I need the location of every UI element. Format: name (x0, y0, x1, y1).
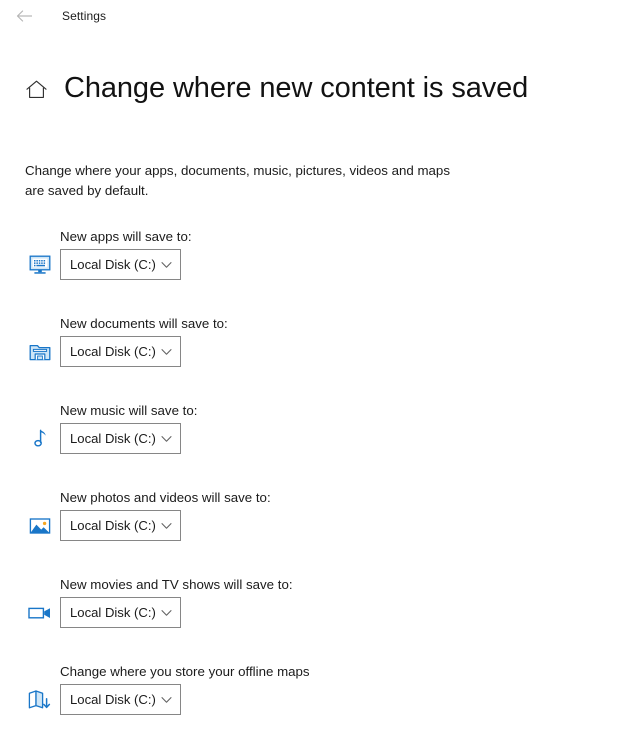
setting-label-apps: New apps will save to: (60, 228, 192, 244)
video-camera-icon (22, 597, 58, 629)
combobox-music-location[interactable]: Local Disk (C:) (60, 423, 181, 455)
setting-control-movies-tv: Local Disk (C:) (0, 597, 181, 629)
back-arrow-icon (16, 9, 34, 23)
combobox-offline-maps-location[interactable]: Local Disk (C:) (60, 684, 181, 716)
folder-documents-icon (22, 336, 58, 368)
setting-row-movies-tv: New movies and TV shows will save to: Lo… (0, 573, 621, 660)
setting-label-photos-videos: New photos and videos will save to: (60, 489, 271, 505)
setting-row-music: New music will save to: Local Disk (C:) (0, 399, 621, 486)
offline-map-download-icon (22, 684, 58, 716)
setting-control-apps: Local Disk (C:) (0, 249, 181, 281)
combobox-music-value: Local Disk (C:) (70, 431, 156, 447)
combobox-movies-tv-location[interactable]: Local Disk (C:) (60, 597, 181, 629)
combobox-apps-value: Local Disk (C:) (70, 257, 156, 273)
setting-label-music: New music will save to: (60, 402, 198, 418)
page-header: Change where new content is saved (0, 54, 621, 125)
setting-row-photos-videos: New photos and videos will save to: Loca… (0, 486, 621, 573)
chevron-down-icon (160, 694, 172, 706)
music-note-icon (22, 423, 58, 455)
setting-label-offline-maps: Change where you store your offline maps (60, 663, 310, 679)
monitor-apps-icon (22, 249, 58, 281)
titlebar: Settings (0, 0, 621, 32)
combobox-apps-location[interactable]: Local Disk (C:) (60, 249, 181, 281)
setting-row-offline-maps: Change where you store your offline maps… (0, 660, 621, 747)
combobox-documents-value: Local Disk (C:) (70, 344, 156, 360)
setting-row-documents: New documents will save to: Local Disk (… (0, 312, 621, 399)
chevron-down-icon (160, 433, 172, 445)
page-description: Change where your apps, documents, music… (25, 162, 450, 198)
combobox-movies-tv-value: Local Disk (C:) (70, 605, 156, 621)
setting-label-documents: New documents will save to: (60, 315, 228, 331)
setting-row-apps: New apps will save to: Local Disk (C:) (0, 225, 621, 312)
app-title: Settings (62, 9, 107, 23)
chevron-down-icon (160, 346, 172, 358)
chevron-down-icon (160, 607, 172, 619)
combobox-offline-maps-value: Local Disk (C:) (70, 692, 156, 708)
setting-label-movies-tv: New movies and TV shows will save to: (60, 576, 293, 592)
back-button[interactable] (10, 3, 40, 29)
setting-control-offline-maps: Local Disk (C:) (0, 684, 181, 716)
home-icon[interactable] (22, 75, 50, 103)
settings-list: New apps will save to: Local Disk (C:) N… (0, 225, 621, 747)
combobox-documents-location[interactable]: Local Disk (C:) (60, 336, 181, 368)
chevron-down-icon (160, 520, 172, 532)
combobox-photos-videos-value: Local Disk (C:) (70, 518, 156, 534)
photo-picture-icon (22, 510, 58, 542)
combobox-photos-videos-location[interactable]: Local Disk (C:) (60, 510, 181, 542)
setting-control-documents: Local Disk (C:) (0, 336, 181, 368)
page-title: Change where new content is saved (64, 72, 529, 105)
chevron-down-icon (160, 259, 172, 271)
setting-control-photos-videos: Local Disk (C:) (0, 510, 181, 542)
setting-control-music: Local Disk (C:) (0, 423, 181, 455)
